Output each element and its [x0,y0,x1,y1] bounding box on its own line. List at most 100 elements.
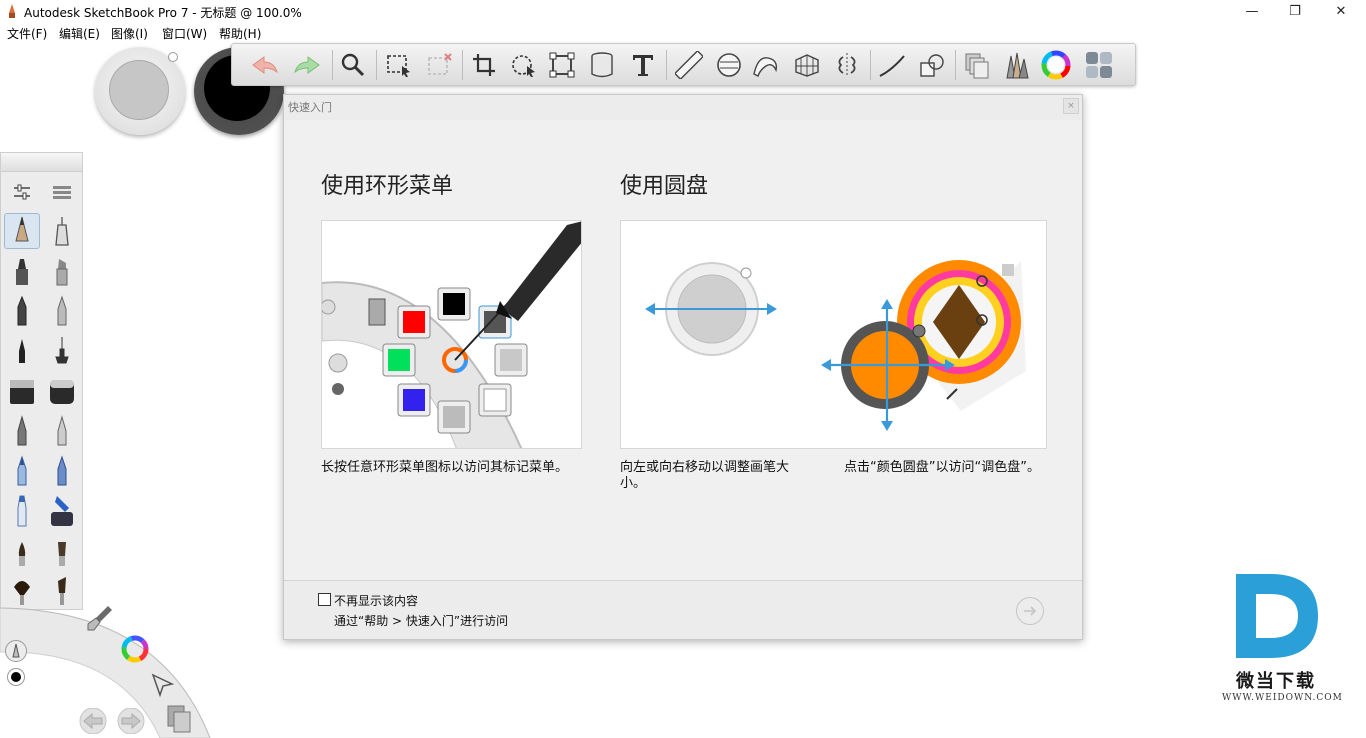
menu-image[interactable]: 图像(I) [111,25,148,42]
brush-silver-pen[interactable] [44,413,80,449]
current-brush-indicator[interactable] [5,640,27,662]
brush-highlighter[interactable] [4,493,40,529]
brush-ink-bottle[interactable] [44,493,80,529]
puck-handle[interactable] [168,52,178,62]
brush-round-brush[interactable] [4,535,40,571]
ruler-button[interactable] [672,48,706,82]
brush-technical-pen[interactable] [44,213,80,249]
highlighter-icon [17,495,27,527]
minimize-icon: — [1245,3,1259,19]
distort-icon [549,52,575,78]
symmetry-icon [838,53,856,77]
ruler-icon [675,51,703,79]
ellipse-icon [717,53,741,77]
fill-button[interactable] [585,48,619,82]
crop-button[interactable] [467,48,501,82]
main-toolbar [231,43,1136,86]
puck-color-caption: 点击“颜色圆盘”以访问“调色盘”。 [844,460,1040,475]
shape-icon [920,54,944,77]
brushes-button[interactable] [999,48,1033,82]
brush-soft-eraser[interactable] [44,373,80,409]
stroke-button[interactable] [875,48,909,82]
lagoon-brush-button[interactable] [86,604,114,632]
brush-blue-marker[interactable] [44,453,80,489]
brush-size-preview [109,60,169,120]
close-button[interactable]: ✕ [1318,0,1364,22]
color-editor-button[interactable] [1039,48,1073,82]
ellipse-button[interactable] [712,48,746,82]
menu-file[interactable]: 文件(F) [7,25,47,42]
puck-size-caption: 向左或向右移动以调整画笔大小。 [620,460,790,491]
redo-button[interactable] [290,48,324,82]
brush-marker[interactable] [4,253,40,289]
undo-button[interactable] [248,48,282,82]
symmetry-button[interactable] [830,48,864,82]
maximize-icon: ❐ [1289,3,1301,19]
brush-size-puck[interactable] [95,47,185,135]
brush-ballpoint[interactable] [4,293,40,329]
calligraphy-icon [57,295,67,326]
select-rect-button[interactable] [382,48,416,82]
pencil-icon [12,643,20,658]
lagoon-select-button[interactable] [150,672,176,698]
french-curve-button[interactable] [750,48,784,82]
transform-button[interactable] [507,48,541,82]
arrow-right-icon [1024,606,1037,616]
brush-calligraphy[interactable] [44,293,80,329]
distort-button[interactable] [545,48,579,82]
flat-brush-icon [58,542,66,566]
brush-palette-header[interactable] [1,153,82,172]
brush-airbrush[interactable] [4,373,40,409]
brush-blue-pen[interactable] [4,453,40,489]
ink-bottle-icon [51,496,73,526]
fountain-pen-icon [55,337,69,364]
select-clear-button[interactable] [422,48,456,82]
stroke-icon [879,55,905,77]
fill-icon [591,52,613,78]
zoom-button[interactable] [336,48,370,82]
close-icon: × [1067,101,1075,111]
brush-flat-brush[interactable] [44,535,80,571]
text-button[interactable] [626,48,660,82]
redo-icon [294,56,320,74]
watermark-url: WWW.WEIDOWN.COM [1222,693,1343,703]
silver-pen-icon [57,415,67,446]
brush-palette [0,152,83,610]
brush-chisel-marker[interactable] [44,253,80,289]
lagoon-color-button[interactable] [120,634,150,664]
brush-ink-pen[interactable] [4,333,40,369]
current-color-indicator[interactable] [7,668,25,686]
layers-button[interactable] [960,48,994,82]
marker-icon [16,259,28,285]
menu-help[interactable]: 帮助(H) [219,25,261,42]
lagoon-illustration [321,220,582,449]
window-title: Autodesk SketchBook Pro 7 - 无标题 @ 100.0% [24,6,302,20]
copic-library-button[interactable] [1082,48,1116,82]
lagoon-redo-button[interactable] [116,707,146,736]
lagoon-caption: 长按任意环形菜单图标以访问其标记菜单。 [321,460,569,475]
perspective-icon [795,54,819,77]
brush-fine-tip[interactable] [4,413,40,449]
shape-button[interactable] [915,48,949,82]
dont-show-checkbox[interactable] [318,593,331,606]
section-lagoon-heading: 使用环形菜单 [321,174,454,199]
lagoon-layers-button[interactable] [166,704,194,734]
menu-edit[interactable]: 编辑(E) [59,25,100,42]
text-icon [633,55,653,76]
brush-properties-button[interactable] [4,174,40,210]
next-button[interactable] [1016,597,1044,625]
color-wheel-icon [1041,50,1071,80]
brush-library-button[interactable] [44,174,80,210]
blue-pen-icon [17,455,27,486]
brush-fountain-pen[interactable] [44,333,80,369]
menu-window[interactable]: 窗口(W) [162,25,207,42]
minimize-button[interactable]: — [1229,0,1275,22]
brush-pencil[interactable] [4,213,40,249]
lagoon-undo-button[interactable] [78,707,108,736]
dont-show-label[interactable]: 不再显示该内容 [334,592,418,609]
fine-tip-icon [17,415,27,446]
perspective-button[interactable] [790,48,824,82]
color-wheel-icon [121,635,149,663]
dialog-close-button[interactable]: × [1063,98,1079,114]
maximize-button[interactable]: ❐ [1272,0,1318,22]
